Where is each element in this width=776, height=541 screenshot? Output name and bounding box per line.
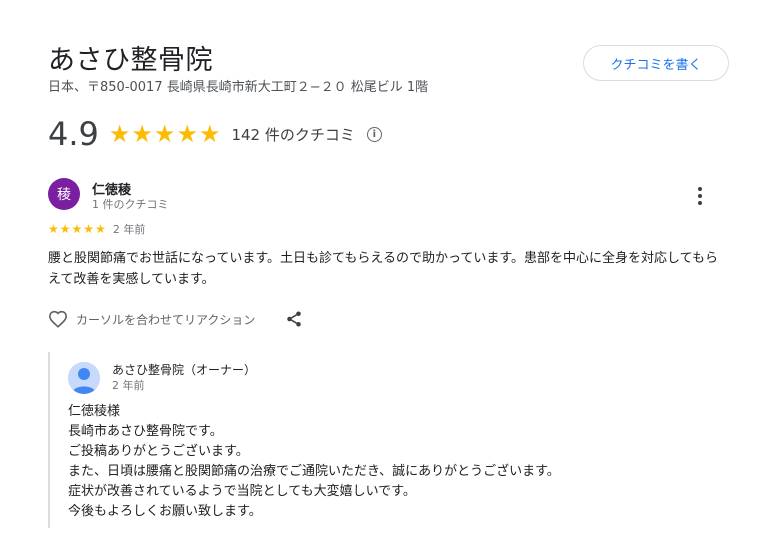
star-icon: ★ [108, 120, 131, 148]
more-options-icon[interactable] [692, 184, 708, 208]
share-icon[interactable] [285, 310, 303, 328]
write-review-button[interactable]: クチコミを書く [583, 45, 729, 81]
star-icon: ★ [198, 120, 221, 148]
owner-name: あさひ整骨院（オーナー） [112, 363, 257, 377]
star-icon: ★ [48, 222, 59, 236]
star-icon: ★ [153, 120, 176, 148]
star-icon: ★ [83, 222, 95, 236]
star-icon: ★ [131, 120, 153, 148]
star-icon: ★ [59, 222, 71, 236]
info-icon[interactable]: i [366, 126, 382, 142]
star-icon: ★ [71, 222, 83, 236]
owner-reply-text: 仁徳稜様 長崎市あさひ整骨院です。 ご投稿ありがとうございます。 また、日頃は腰… [68, 404, 560, 519]
star-icon: ★ [95, 222, 106, 236]
rating-stars: ★ ★ ★ ★ ★ [109, 122, 222, 146]
review-count[interactable]: 142 件のクチコミ [231, 124, 354, 145]
review-text: 腰と股関節痛でお世話になっています。土日も診てもらえるので助かっています。患部を… [48, 251, 719, 287]
owner-avatar [68, 362, 100, 394]
review-date: 2 年前 [112, 223, 146, 236]
star-icon: ★ [176, 120, 198, 148]
reaction-button[interactable]: カーソルを合わせてリアクション [48, 310, 255, 328]
place-title: あさひ整骨院 [48, 45, 213, 76]
review-rating: ★ ★ ★ ★ ★ 2 年前 [48, 221, 145, 237]
owner-reply-date: 2 年前 [112, 379, 145, 392]
heart-icon [48, 310, 68, 328]
reaction-label: カーソルを合わせてリアクション [76, 312, 256, 327]
place-address: 日本、〒850-0017 長崎県長崎市新大工町２−２０ 松尾ビル 1階 [48, 80, 429, 95]
avatar[interactable]: 稜 [48, 178, 80, 210]
review-actions: カーソルを合わせてリアクション [48, 310, 303, 328]
rating-value: 4.9 [48, 115, 99, 153]
owner-reply: あさひ整骨院（オーナー） 2 年前 仁徳稜様 長崎市あさひ整骨院です。 ご投稿あ… [48, 352, 648, 528]
rating-summary: 4.9 ★ ★ ★ ★ ★ 142 件のクチコミ i [48, 112, 382, 156]
reviewer-review-count: 1 件のクチコミ [92, 198, 169, 211]
